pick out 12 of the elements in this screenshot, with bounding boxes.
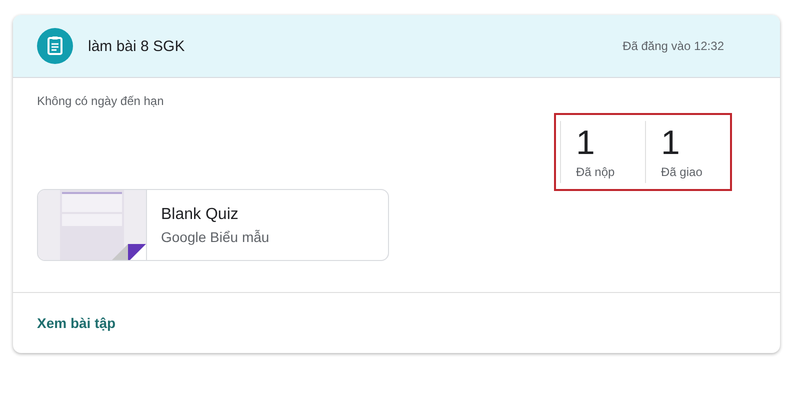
stat-label: Đã giao <box>661 165 704 179</box>
attachment-type: Google Biểu mẫu <box>161 228 270 244</box>
posted-time: Đã đăng vào 12:32 <box>622 39 724 53</box>
assignment-title: làm bài 8 SGK <box>88 38 186 54</box>
stat-count: 1 <box>661 125 681 161</box>
clipboard-icon <box>37 28 73 64</box>
view-assignment-link[interactable]: Xem bài tập <box>37 315 116 331</box>
stat-count: 1 <box>576 125 596 161</box>
attachment-card[interactable]: Blank Quiz Google Biểu mẫu <box>37 189 389 261</box>
stat-label: Đã nộp <box>576 165 616 179</box>
attachment-title: Blank Quiz <box>161 206 240 224</box>
due-date-text: Không có ngày đến hạn <box>37 94 165 108</box>
